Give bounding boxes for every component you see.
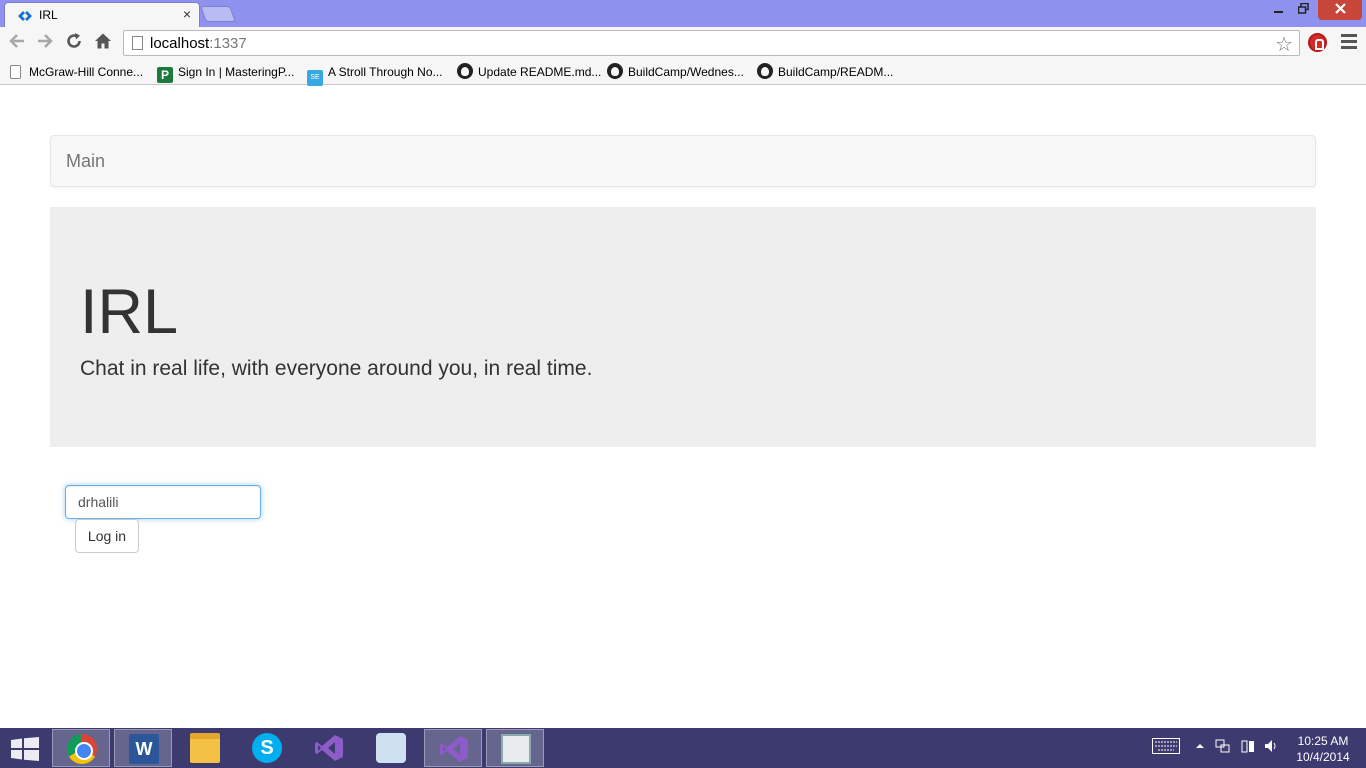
clock-date: 10/4/2014 xyxy=(1296,750,1350,764)
home-button[interactable] xyxy=(92,32,114,54)
top-navbar: Main xyxy=(50,135,1316,187)
home-icon xyxy=(95,33,111,49)
browser-tab-irl[interactable]: IRL × xyxy=(4,2,200,28)
bookmark-label: BuildCamp/Wednes... xyxy=(628,65,744,79)
network-icon[interactable] xyxy=(1215,738,1231,757)
window-restore-button[interactable] xyxy=(1292,0,1314,20)
username-input[interactable] xyxy=(65,485,261,519)
bookmark-label: McGraw-Hill Conne... xyxy=(29,65,144,79)
tab-close-icon[interactable]: × xyxy=(183,6,191,22)
github-icon xyxy=(457,63,473,79)
word-icon: W xyxy=(129,734,159,764)
windows-taskbar: W S 10:25 AM 10/4/2014 xyxy=(0,728,1366,768)
login-button[interactable]: Log in xyxy=(75,519,139,553)
bookmark-label: BuildCamp/READM... xyxy=(778,65,894,79)
taskbar-app[interactable] xyxy=(362,729,420,767)
bookmark-item[interactable]: BuildCamp/READM... xyxy=(757,62,893,82)
taskbar-skype[interactable]: S xyxy=(238,729,296,767)
clock-time: 10:25 AM xyxy=(1297,734,1349,748)
taskbar-visual-studio[interactable] xyxy=(300,729,358,767)
github-icon xyxy=(757,63,773,79)
bookmark-item[interactable]: P Sign In | MasteringP... xyxy=(157,62,295,83)
keyboard-icon[interactable] xyxy=(1152,738,1180,757)
taskbar-chrome[interactable] xyxy=(52,729,110,767)
bookmark-item[interactable]: Update README.md... xyxy=(457,62,601,82)
page-icon xyxy=(10,65,21,79)
address-port: :1337 xyxy=(209,35,247,52)
back-button[interactable] xyxy=(6,32,28,54)
folder-icon xyxy=(190,733,220,763)
windows-start-icon[interactable] xyxy=(11,737,39,761)
taskbar-word[interactable]: W xyxy=(114,729,172,767)
browser-titlebar: IRL × xyxy=(0,0,1366,28)
app-icon xyxy=(376,733,406,763)
restore-icon xyxy=(1297,2,1309,14)
visual-studio-icon xyxy=(314,733,344,763)
page-tagline: Chat in real life, with everyone around … xyxy=(80,357,593,380)
taskbar-visual-studio[interactable] xyxy=(424,729,482,767)
arrow-right-icon xyxy=(38,34,53,48)
windows-logo-icon xyxy=(11,737,39,761)
bookmark-item[interactable]: McGraw-Hill Conne... xyxy=(8,62,143,82)
forward-button[interactable] xyxy=(34,32,56,54)
arrow-left-icon xyxy=(9,34,24,48)
new-tab-button[interactable] xyxy=(200,6,236,22)
github-icon xyxy=(607,63,623,79)
system-clock[interactable]: 10:25 AM 10/4/2014 xyxy=(1290,733,1356,765)
window-close-button[interactable] xyxy=(1318,0,1362,20)
bookmark-item[interactable]: SE A Stroll Through No... xyxy=(307,62,443,86)
chrome-menu-icon[interactable] xyxy=(1341,34,1357,50)
window-app-icon xyxy=(501,734,531,764)
bookmark-star-icon[interactable]: ☆ xyxy=(1275,32,1293,57)
stackexchange-icon: SE xyxy=(307,70,323,86)
extension-power-icon[interactable] xyxy=(1308,33,1327,52)
taskbar-app[interactable] xyxy=(486,729,544,767)
tray-expand-icon[interactable] xyxy=(1195,740,1205,754)
site-favicon-icon xyxy=(18,11,32,21)
bookmarks-bar: McGraw-Hill Conne... P Sign In | Masterin… xyxy=(0,59,1366,86)
chrome-icon xyxy=(67,734,97,764)
bookmark-label: Sign In | MasteringP... xyxy=(178,65,295,79)
navbar-brand-link[interactable]: Main xyxy=(66,151,105,172)
taskbar-file-explorer[interactable] xyxy=(176,729,234,767)
minimize-icon xyxy=(1274,11,1283,13)
browser-toolbar: localhost:1337 ☆ xyxy=(0,27,1366,59)
skype-icon: S xyxy=(252,733,282,763)
visual-studio-icon xyxy=(439,734,469,764)
tab-title: IRL xyxy=(39,8,58,22)
page-icon xyxy=(132,36,143,50)
jumbotron: IRL Chat in real life, with everyone aro… xyxy=(50,207,1316,447)
bookmark-item[interactable]: BuildCamp/Wednes... xyxy=(607,62,744,82)
address-url: localhost:1337 xyxy=(150,35,247,52)
volume-icon[interactable] xyxy=(1263,738,1279,757)
bookmark-label: A Stroll Through No... xyxy=(328,65,443,79)
battery-icon[interactable] xyxy=(1240,738,1256,757)
page-title: IRL xyxy=(80,277,179,347)
pearson-icon: P xyxy=(157,67,173,83)
reload-button[interactable] xyxy=(63,32,85,54)
address-host: localhost xyxy=(150,35,210,52)
window-minimize-button[interactable] xyxy=(1268,0,1290,20)
address-bar[interactable]: localhost:1337 ☆ xyxy=(123,30,1300,56)
bookmark-label: Update README.md... xyxy=(478,65,602,79)
close-icon xyxy=(1334,3,1346,14)
reload-icon xyxy=(67,33,81,48)
